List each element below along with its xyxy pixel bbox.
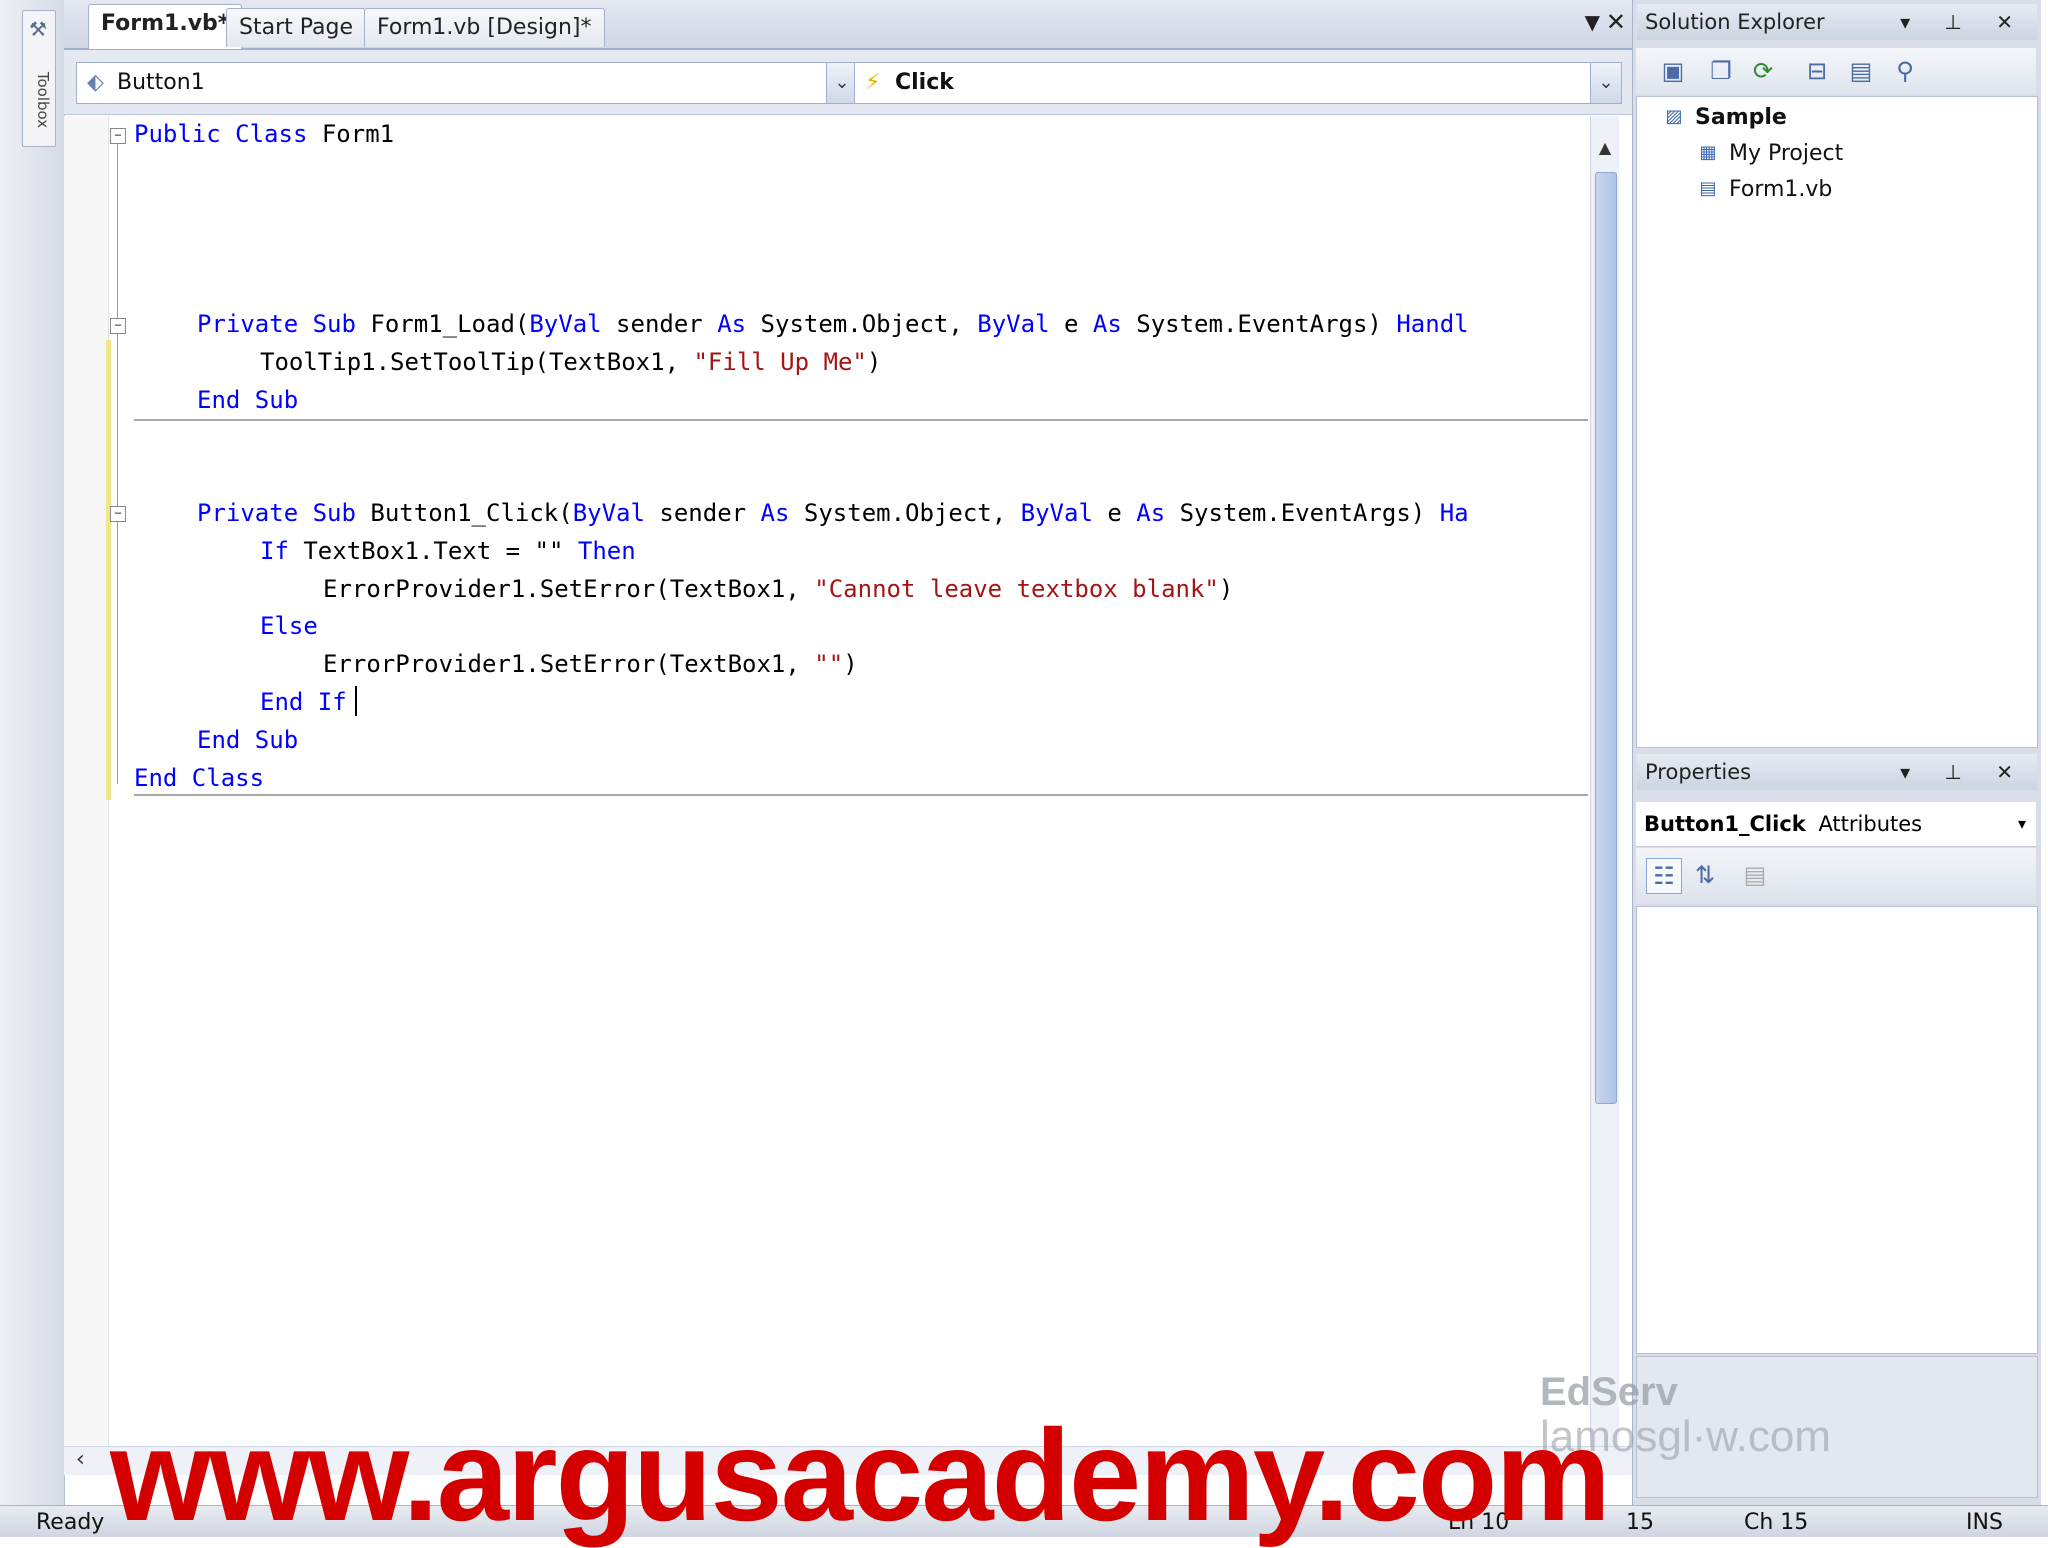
- code-line-class: Public Class Form1: [134, 120, 395, 148]
- window-controls-icon[interactable]: ▾ ⊥ ✕: [1900, 4, 2027, 40]
- text-caret: [355, 686, 357, 716]
- solution-explorer-titlebar: Solution Explorer ▾ ⊥ ✕: [1637, 4, 2037, 40]
- argusacademy-watermark: www.argusacademy.com: [110, 1402, 1611, 1548]
- code-line-seterror-clear: ErrorProvider1.SetError(TextBox1, ""): [323, 650, 858, 678]
- status-text: Ready: [36, 1510, 105, 1535]
- my-project-icon: ▦: [1699, 142, 1717, 163]
- collapse-button1-click-icon[interactable]: −: [110, 506, 126, 522]
- solution-explorer-title: Solution Explorer: [1645, 10, 1825, 34]
- code-line-if: If TextBox1.Text = "" Then: [260, 537, 636, 565]
- code-navigation-bar: ⬖ Button1 ⌄ ⚡ Click ⌄: [64, 50, 1632, 115]
- collapse-form1-load-icon[interactable]: −: [110, 318, 126, 334]
- tree-item-label: Form1.vb: [1729, 177, 1833, 202]
- class-name-value: Button1: [117, 70, 205, 95]
- properties-page-icon[interactable]: ▣: [1656, 54, 1690, 88]
- properties-object-name: Button1_Click: [1644, 812, 1806, 836]
- window-controls-icon[interactable]: ▾ ⊥ ✕: [1900, 754, 2027, 790]
- procedure-separator: [134, 794, 1588, 796]
- view-designer-icon[interactable]: ▤: [1844, 54, 1878, 88]
- properties-title: Properties: [1645, 760, 1752, 784]
- code-line-button1-click-signature: Private Sub Button1_Click(ByVal sender A…: [197, 499, 1469, 527]
- button-object-icon: ⬖: [87, 70, 104, 95]
- tab-list-dropdown-icon[interactable]: ▼: [1585, 10, 1600, 34]
- tree-item-form1-vb[interactable]: ▤ Form1.vb: [1693, 177, 1832, 202]
- code-line-end-class: End Class: [134, 764, 265, 792]
- scroll-left-icon[interactable]: ‹: [76, 1447, 85, 1472]
- property-pages-icon[interactable]: ▤: [1738, 858, 1772, 892]
- class-diagram-icon[interactable]: ⚲: [1888, 54, 1922, 88]
- properties-titlebar: Properties ▾ ⊥ ✕: [1637, 754, 2037, 790]
- tab-start-page[interactable]: Start Page: [226, 8, 366, 47]
- code-line-end-sub-load: End Sub: [197, 386, 299, 414]
- solution-explorer-tree: ▨ Sample ▦ My Project ▤ Form1.vb: [1636, 96, 2038, 748]
- tree-item-label: Sample: [1695, 105, 1787, 130]
- tree-item-my-project[interactable]: ▦ My Project: [1693, 141, 1843, 166]
- alphabetical-sort-icon[interactable]: ⇅: [1688, 858, 1722, 892]
- properties-grid[interactable]: [1636, 906, 2038, 1354]
- code-line-seterror-message: ErrorProvider1.SetError(TextBox1, "Canno…: [323, 575, 1234, 603]
- change-tracking-bar: [106, 340, 111, 800]
- chevron-down-icon[interactable]: ⌄: [826, 63, 857, 103]
- code-line-settooltip: ToolTip1.SetToolTip(TextBox1, "Fill Up M…: [260, 348, 882, 376]
- status-col: 15: [1626, 1510, 1654, 1535]
- refresh-icon[interactable]: ⟳: [1746, 54, 1780, 88]
- scroll-up-icon[interactable]: ▲: [1591, 138, 1619, 164]
- tab-form1-vb[interactable]: Form1.vb*: [88, 4, 243, 49]
- view-code-icon[interactable]: ⊟: [1800, 54, 1834, 88]
- procedure-separator: [134, 419, 1588, 421]
- form-file-icon: ▤: [1699, 178, 1717, 199]
- close-document-icon[interactable]: ✕: [1606, 8, 1626, 36]
- toolbox-strip: [0, 0, 65, 1505]
- code-line-end-sub-click: End Sub: [197, 726, 299, 754]
- collapse-class-icon[interactable]: −: [110, 128, 126, 144]
- method-name-combo[interactable]: ⚡ Click ⌄: [854, 62, 1622, 104]
- event-lightning-icon: ⚡: [865, 70, 881, 95]
- status-char: Ch 15: [1744, 1510, 1809, 1535]
- solution-explorer-toolbar: ▣ ❐ ⟳ ⊟ ▤ ⚲: [1636, 48, 2036, 94]
- scrollbar-thumb[interactable]: [1595, 172, 1617, 1104]
- outline-line: [117, 144, 118, 784]
- show-all-files-icon[interactable]: ❐: [1704, 54, 1738, 88]
- categorized-icon[interactable]: ☷: [1646, 858, 1682, 894]
- document-tab-strip: Form1.vb* Start Page Form1.vb [Design]* …: [64, 0, 1632, 50]
- code-line-else: Else: [260, 612, 318, 640]
- vertical-scrollbar[interactable]: ▲: [1590, 116, 1619, 1446]
- vb-project-icon: ▨: [1665, 106, 1683, 127]
- toolbox-tab[interactable]: ⚒ Toolbox: [22, 10, 56, 147]
- chevron-down-icon[interactable]: ⌄: [1590, 63, 1621, 103]
- class-name-combo[interactable]: ⬖ Button1 ⌄: [76, 62, 858, 104]
- toolbox-icon: ⚒: [29, 17, 47, 41]
- properties-object-selector[interactable]: Button1_Click Attributes ▾: [1636, 802, 2036, 847]
- code-line-form1-load-signature: Private Sub Form1_Load(ByVal sender As S…: [197, 310, 1469, 338]
- properties-object-type: Attributes: [1818, 812, 1923, 836]
- tab-form1-design[interactable]: Form1.vb [Design]*: [364, 8, 605, 47]
- properties-toolbar: ☷ ⇅ ▤: [1636, 848, 2036, 904]
- toolbox-label: Toolbox: [34, 71, 52, 129]
- tree-item-label: My Project: [1729, 141, 1844, 166]
- code-line-end-if: End If: [260, 688, 347, 716]
- chevron-down-icon[interactable]: ▾: [2018, 802, 2026, 846]
- status-insert-mode: INS: [1966, 1510, 2003, 1535]
- tree-item-project[interactable]: ▨ Sample: [1659, 105, 1787, 130]
- method-name-value: Click: [895, 70, 954, 95]
- editor-margin: [64, 116, 109, 1446]
